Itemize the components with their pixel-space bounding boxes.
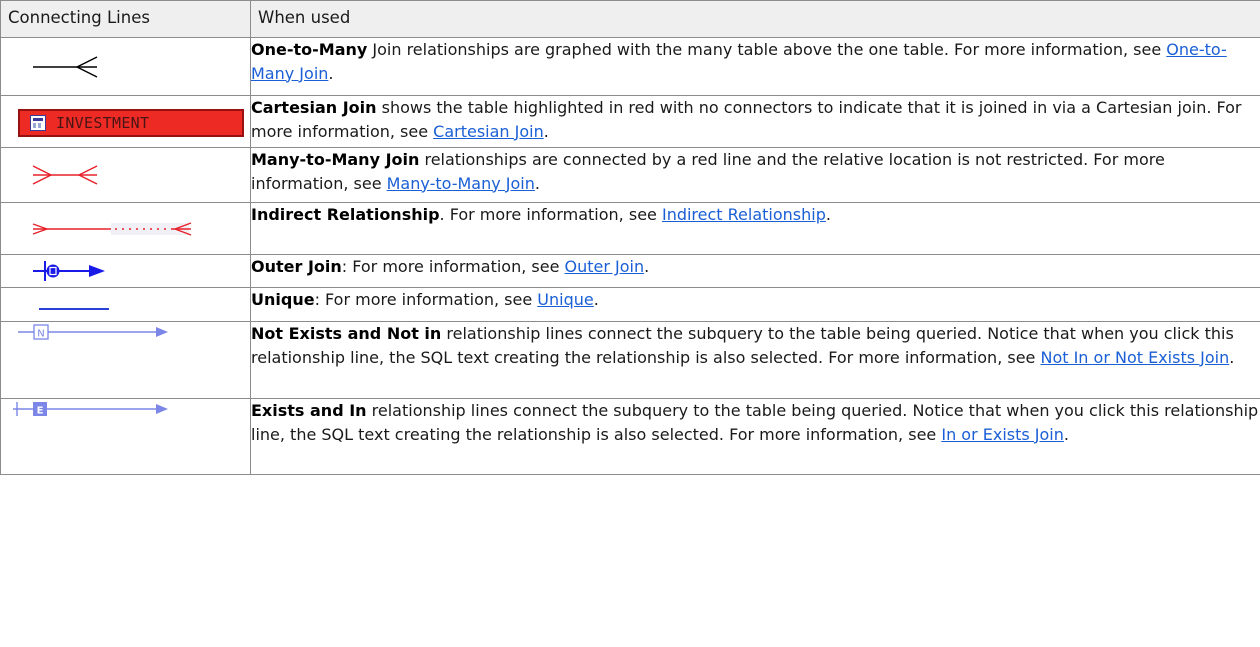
table-row: N Not Exists and Not in relationship lin… bbox=[0, 321, 1260, 399]
in-or-exists-join-link[interactable]: In or Exists Join bbox=[941, 425, 1064, 444]
symbol-cell bbox=[0, 287, 251, 322]
term-label: Outer Join bbox=[251, 257, 342, 276]
not-exists-line-icon: N bbox=[18, 324, 168, 340]
symbol-cell bbox=[0, 254, 251, 288]
description-text: . For more information, see bbox=[439, 205, 662, 224]
description-tail: . bbox=[644, 257, 650, 276]
description-cell: One-to-Many Join relationships are graph… bbox=[250, 37, 1260, 96]
table-row: Many-to-Many Join relationships are conn… bbox=[0, 147, 1260, 203]
outer-join-link[interactable]: Outer Join bbox=[565, 257, 645, 276]
many-to-many-line-icon bbox=[32, 165, 98, 185]
exists-line-icon: E bbox=[13, 402, 168, 417]
description-tail: . bbox=[543, 121, 549, 141]
term-label: Indirect Relationship bbox=[251, 205, 440, 224]
description-cell: Indirect Relationship. For more informat… bbox=[250, 202, 1260, 255]
term-label: Cartesian Join bbox=[251, 98, 377, 117]
symbol-cell: N bbox=[0, 321, 251, 399]
description-cell: Cartesian Join shows the table highlight… bbox=[250, 95, 1260, 148]
table-row: Outer Join: For more information, see Ou… bbox=[0, 254, 1260, 288]
description-tail: . bbox=[1063, 424, 1069, 444]
symbol-cell: E bbox=[0, 398, 251, 475]
term-label: Unique bbox=[251, 290, 315, 309]
outer-join-line-icon bbox=[33, 261, 105, 281]
many-to-many-join-link[interactable]: Many-to-Many Join bbox=[387, 174, 535, 193]
term-label: Not Exists and Not in bbox=[251, 324, 442, 343]
svg-text:N: N bbox=[37, 329, 44, 340]
connecting-lines-table: Connecting Lines When used One-to-Many J… bbox=[0, 0, 1260, 475]
indirect-relationship-link[interactable]: Indirect Relationship bbox=[662, 205, 826, 224]
cartesian-table-name: INVESTMENT bbox=[56, 114, 150, 132]
description-cell: Exists and In relationship lines connect… bbox=[250, 398, 1260, 475]
symbol-cell bbox=[0, 147, 251, 203]
table-header-row: Connecting Lines When used bbox=[0, 0, 1260, 38]
description-tail: . bbox=[328, 63, 334, 83]
description-text: shows the table highlighted in red with … bbox=[251, 98, 1242, 141]
description-tail: . bbox=[534, 173, 540, 193]
description-tail: . bbox=[825, 205, 831, 224]
description-cell: Not Exists and Not in relationship lines… bbox=[250, 321, 1260, 399]
table-row: One-to-Many Join relationships are graph… bbox=[0, 37, 1260, 96]
term-label: One-to-Many bbox=[251, 40, 368, 59]
description-tail: . bbox=[1229, 347, 1235, 367]
table-row: Indirect Relationship. For more informat… bbox=[0, 202, 1260, 255]
description-cell: Unique: For more information, see Unique… bbox=[250, 287, 1260, 322]
table-row: E Exists and In relationship lines conne… bbox=[0, 398, 1260, 475]
cartesian-join-link[interactable]: Cartesian Join bbox=[433, 122, 544, 141]
description-tail: . bbox=[593, 290, 599, 309]
symbol-cell bbox=[0, 37, 251, 96]
one-to-many-line-icon bbox=[33, 56, 98, 78]
table-row: Unique: For more information, see Unique… bbox=[0, 287, 1260, 322]
term-label: Many-to-Many Join bbox=[251, 150, 420, 169]
description-text: Join relationships are graphed with the … bbox=[367, 40, 1167, 59]
description-text: : For more information, see bbox=[341, 257, 565, 276]
column-header-when-used: When used bbox=[250, 0, 1260, 38]
table-row: INVESTMENT Cartesian Join shows the tabl… bbox=[0, 95, 1260, 148]
term-label: Exists and In bbox=[251, 401, 367, 420]
symbol-cell: INVESTMENT bbox=[0, 95, 251, 148]
column-header-connecting-lines: Connecting Lines bbox=[0, 0, 251, 38]
indirect-relationship-line-icon bbox=[32, 222, 192, 236]
table-icon bbox=[30, 115, 46, 131]
description-cell: Many-to-Many Join relationships are conn… bbox=[250, 147, 1260, 203]
description-text: : For more information, see bbox=[314, 290, 538, 309]
description-cell: Outer Join: For more information, see Ou… bbox=[250, 254, 1260, 288]
description-text: relationship lines connect the subquery … bbox=[251, 401, 1259, 444]
svg-text:E: E bbox=[37, 406, 44, 417]
not-in-or-not-exists-join-link[interactable]: Not In or Not Exists Join bbox=[1040, 348, 1229, 367]
cartesian-table-icon: INVESTMENT bbox=[18, 109, 244, 137]
symbol-cell bbox=[0, 202, 251, 255]
unique-link[interactable]: Unique bbox=[537, 290, 593, 309]
unique-line-icon bbox=[39, 308, 109, 310]
